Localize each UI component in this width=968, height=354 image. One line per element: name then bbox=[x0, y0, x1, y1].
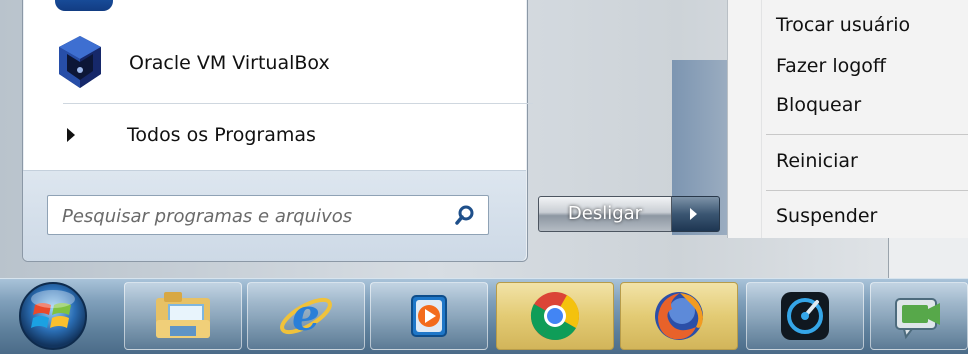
video-chat-icon bbox=[895, 298, 940, 340]
desktop-fragment bbox=[888, 238, 968, 278]
all-programs-item[interactable]: Todos os Programas bbox=[53, 113, 533, 157]
windows-start-orb[interactable] bbox=[8, 279, 98, 354]
internet-explorer-icon: e bbox=[280, 290, 332, 341]
menu-divider bbox=[766, 134, 968, 135]
search-area bbox=[23, 170, 526, 261]
taskbar-item-internet-explorer[interactable]: e bbox=[247, 282, 365, 350]
all-programs-label: Todos os Programas bbox=[127, 124, 316, 146]
taskbar-item-media-player[interactable] bbox=[370, 282, 488, 350]
taskbar-item-firefox[interactable] bbox=[620, 282, 738, 350]
menu-item-restart[interactable]: Reiniciar bbox=[776, 150, 858, 172]
media-player-icon bbox=[411, 295, 447, 337]
file-explorer-icon bbox=[156, 292, 210, 338]
arrow-right-icon bbox=[67, 128, 75, 142]
menu-item-logoff[interactable]: Fazer logoff bbox=[776, 55, 886, 77]
virtualbox-icon bbox=[59, 36, 101, 88]
arrow-right-icon bbox=[690, 208, 697, 220]
taskbar-item-dark-orb-app[interactable] bbox=[746, 282, 864, 350]
menu-divider bbox=[766, 190, 968, 191]
search-input[interactable] bbox=[60, 196, 444, 236]
partial-program-icon[interactable] bbox=[55, 0, 113, 11]
taskbar-item-chrome[interactable] bbox=[496, 282, 614, 350]
taskbar: e bbox=[0, 278, 968, 354]
program-label: Oracle VM VirtualBox bbox=[129, 52, 330, 74]
svg-text:e: e bbox=[292, 290, 320, 341]
menu-divider bbox=[63, 103, 533, 104]
search-box[interactable] bbox=[47, 195, 489, 236]
shutdown-button[interactable]: Desligar bbox=[538, 196, 672, 232]
program-item-virtualbox[interactable]: Oracle VM VirtualBox bbox=[51, 28, 531, 98]
menu-item-lock[interactable]: Bloquear bbox=[776, 94, 861, 116]
taskbar-item-video-chat[interactable] bbox=[870, 282, 968, 350]
taskbar-item-explorer[interactable] bbox=[124, 282, 242, 350]
power-options-menu: Trocar usuário Fazer logoff Bloquear Rei… bbox=[727, 0, 968, 238]
menu-item-switch-user[interactable]: Trocar usuário bbox=[776, 14, 910, 36]
firefox-icon bbox=[655, 292, 703, 340]
search-icon[interactable] bbox=[454, 204, 476, 226]
shutdown-options-button[interactable] bbox=[672, 196, 720, 232]
chrome-icon bbox=[530, 292, 580, 340]
dark-orb-app-icon bbox=[781, 292, 829, 340]
menu-item-sleep[interactable]: Suspender bbox=[776, 205, 877, 227]
